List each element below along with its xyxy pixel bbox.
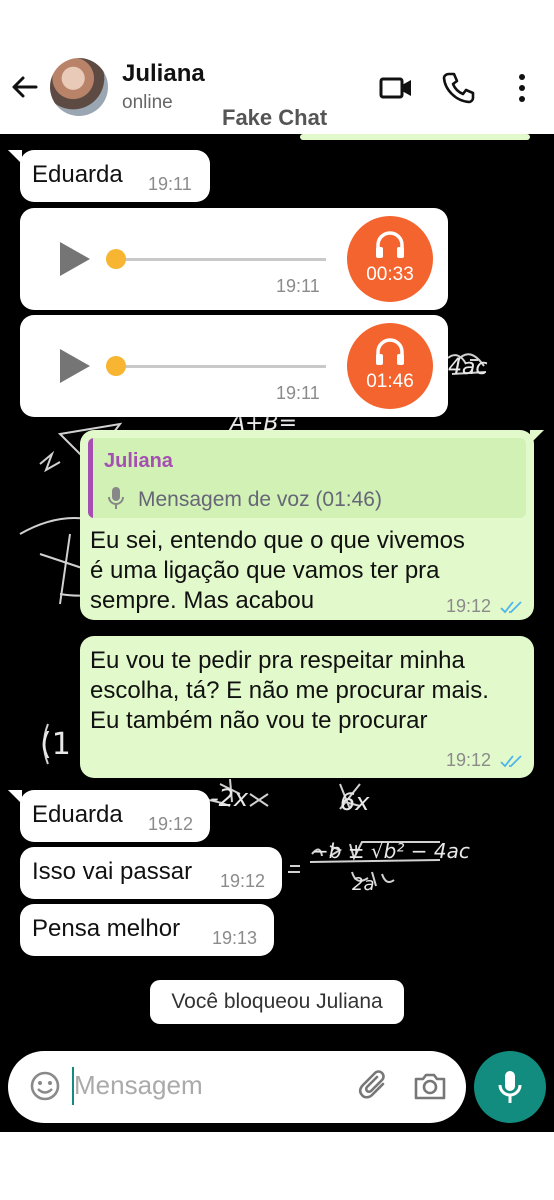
message-time: 19:11 bbox=[276, 383, 320, 403]
audio-track[interactable] bbox=[106, 258, 326, 261]
play-icon[interactable] bbox=[60, 349, 90, 383]
voice-call-icon[interactable] bbox=[440, 70, 476, 106]
system-notice: Você bloqueou Juliana bbox=[150, 980, 404, 1024]
message-line: Eu sei, entendo que o que vivemos bbox=[90, 527, 465, 554]
camera-icon[interactable] bbox=[412, 1068, 448, 1104]
message-time: 19:12 bbox=[148, 814, 194, 834]
svg-text:6x: 6x bbox=[340, 788, 370, 816]
message-line: escolha, tá? E não me procurar mais. bbox=[90, 677, 489, 704]
bottom-area bbox=[0, 1132, 554, 1200]
audio-badge: 01:46 bbox=[347, 323, 433, 409]
incoming-message[interactable]: Eduarda 19:11 bbox=[20, 150, 210, 202]
bubble-tail bbox=[530, 430, 544, 444]
microphone-icon bbox=[108, 487, 124, 509]
more-options-icon[interactable] bbox=[504, 70, 540, 106]
read-receipt-icon bbox=[500, 601, 522, 614]
message-text: Pensa melhor bbox=[32, 915, 181, 942]
audio-duration: 00:33 bbox=[366, 264, 414, 285]
audio-seek-handle[interactable] bbox=[106, 249, 126, 269]
svg-text:(1: (1 bbox=[40, 727, 71, 762]
read-receipt-icon bbox=[500, 755, 522, 768]
quote-text: Mensagem de voz (01:46) bbox=[138, 488, 382, 511]
headphones-icon bbox=[376, 231, 404, 258]
incoming-audio-message[interactable]: 19:11 01:46 bbox=[20, 315, 448, 417]
video-call-icon[interactable] bbox=[378, 70, 414, 106]
audio-badge: 00:33 bbox=[347, 216, 433, 302]
outgoing-message[interactable]: Eu vou te pedir pra respeitar minha esco… bbox=[80, 636, 534, 778]
outgoing-reply-message[interactable]: Juliana Mensagem de voz (01:46) Eu sei, … bbox=[80, 430, 534, 620]
message-input[interactable]: Mensagem bbox=[74, 1070, 203, 1101]
message-time: 19:11 bbox=[148, 174, 192, 194]
audio-seek-handle[interactable] bbox=[106, 356, 126, 376]
contact-name[interactable]: Juliana bbox=[122, 60, 205, 88]
system-notice-text: Você bloqueou Juliana bbox=[171, 990, 383, 1013]
message-line: Eu vou te pedir pra respeitar minha bbox=[90, 647, 465, 674]
message-time: 19:12 bbox=[446, 596, 492, 616]
app-watermark: Fake Chat bbox=[222, 105, 328, 130]
message-time: 19:13 bbox=[212, 928, 258, 948]
contact-avatar[interactable] bbox=[50, 58, 108, 116]
back-arrow-icon[interactable] bbox=[8, 70, 42, 104]
attach-icon[interactable] bbox=[356, 1068, 392, 1104]
incoming-message[interactable]: Pensa melhor 19:13 bbox=[20, 904, 274, 956]
bubble-tail bbox=[8, 790, 22, 804]
message-composer[interactable]: Mensagem bbox=[8, 1051, 466, 1123]
message-line: Eu também não vou te procurar bbox=[90, 707, 428, 734]
headphones-icon bbox=[376, 338, 404, 365]
emoji-icon[interactable] bbox=[28, 1069, 62, 1103]
message-line: é uma ligação que vamos ter pra bbox=[90, 557, 440, 584]
message-text: Eduarda bbox=[32, 801, 123, 828]
message-text: Eduarda bbox=[32, 161, 123, 188]
message-text: Isso vai passar bbox=[32, 858, 193, 885]
message-line: sempre. Mas acabou bbox=[90, 587, 315, 614]
microphone-icon bbox=[498, 1071, 522, 1103]
bubble-tail bbox=[8, 150, 22, 164]
incoming-message[interactable]: Eduarda 19:12 bbox=[20, 790, 210, 842]
voice-record-button[interactable] bbox=[474, 1051, 546, 1123]
quote-accent-bar bbox=[88, 438, 93, 518]
quote-sender: Juliana bbox=[104, 450, 173, 472]
incoming-message[interactable]: Isso vai passar 19:12 bbox=[20, 847, 282, 899]
chat-area[interactable]: −b ± √b² − 4ac 2a -4ac -2x 6x (1 A+B= Ed… bbox=[0, 134, 554, 1132]
play-icon[interactable] bbox=[60, 242, 90, 276]
incoming-audio-message[interactable]: 19:11 00:33 bbox=[20, 208, 448, 310]
svg-text:−b ± √b² − 4ac: −b ± √b² − 4ac bbox=[312, 839, 470, 863]
audio-track[interactable] bbox=[106, 365, 326, 368]
svg-text:2a: 2a bbox=[352, 874, 374, 895]
contact-status: online bbox=[122, 92, 173, 113]
message-time: 19:11 bbox=[276, 276, 320, 296]
quoted-message[interactable]: Juliana Mensagem de voz (01:46) bbox=[88, 438, 526, 518]
audio-duration: 01:46 bbox=[366, 371, 414, 392]
message-time: 19:12 bbox=[446, 750, 492, 770]
svg-text:-2x: -2x bbox=[210, 784, 249, 812]
message-time: 19:12 bbox=[220, 871, 266, 891]
